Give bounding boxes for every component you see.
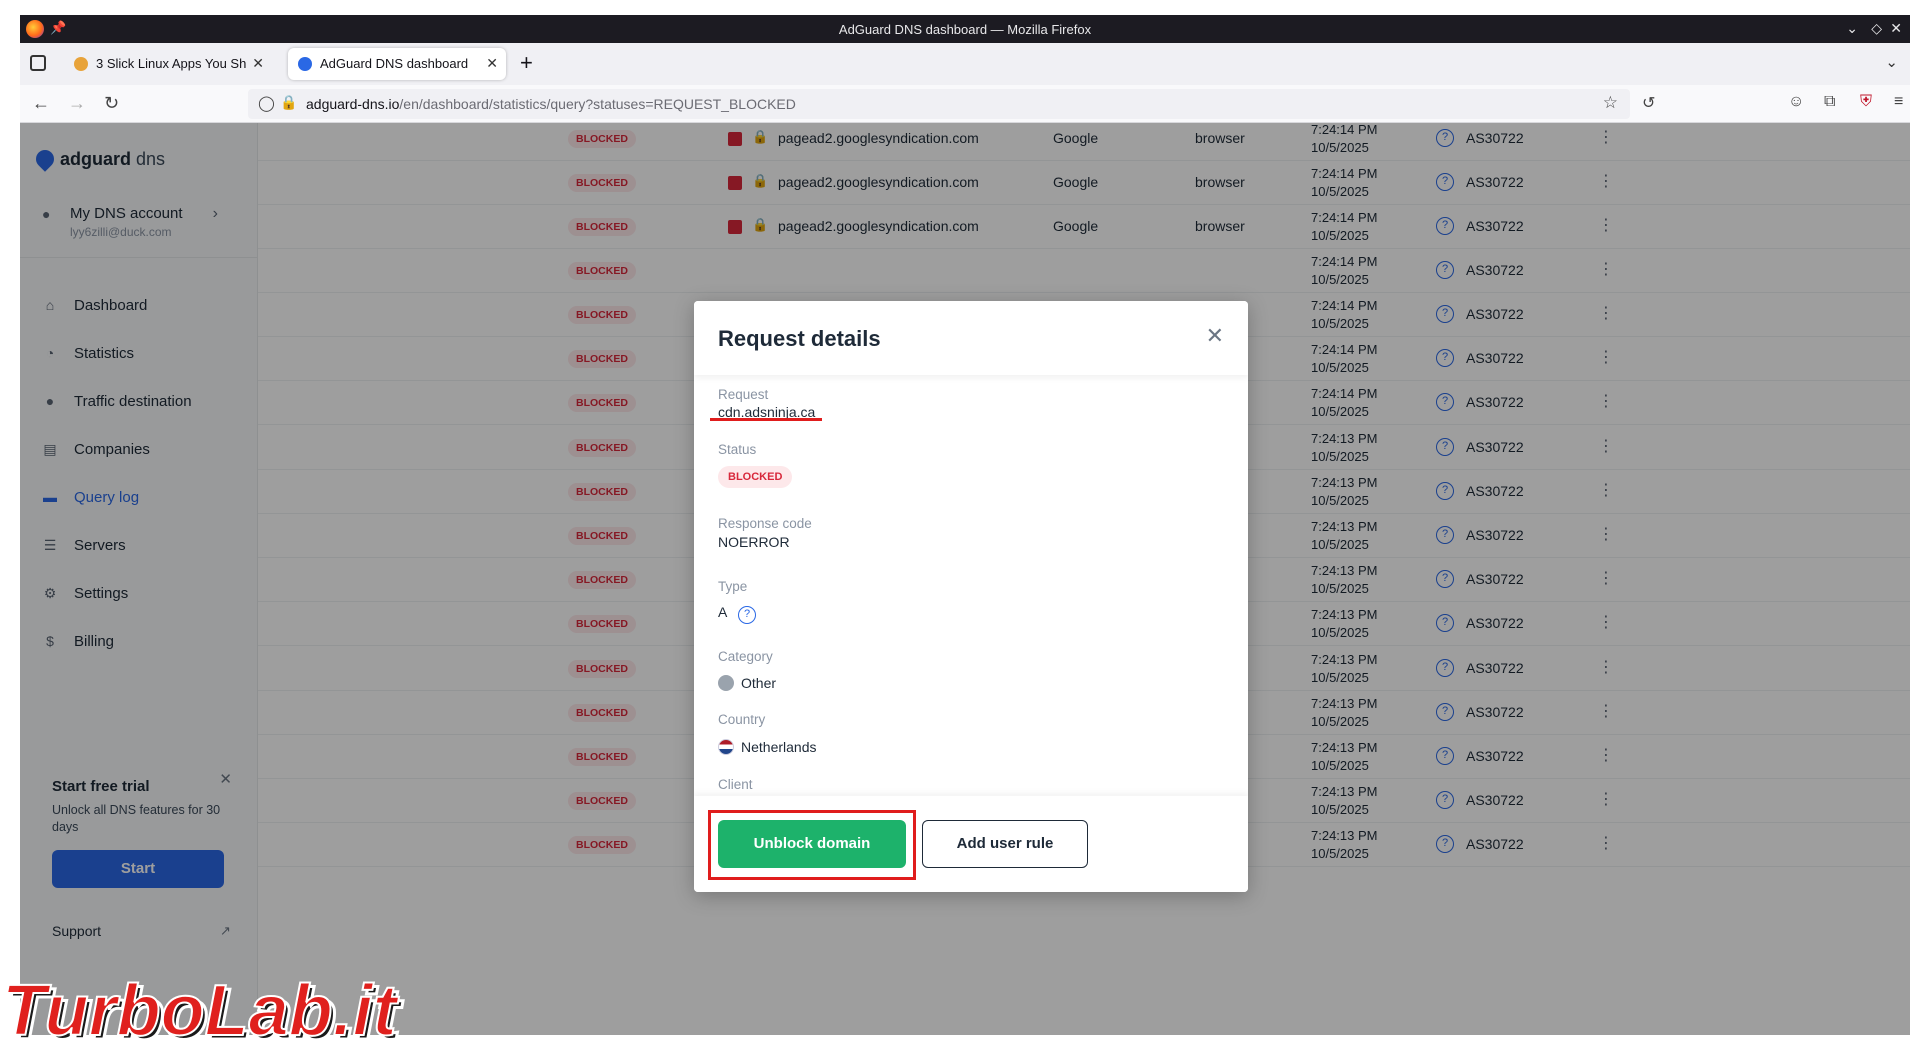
page-content: adguard dns ● My DNS account lyy6zilli@d… bbox=[20, 123, 1910, 1035]
watermark-text: TurboLab.it bbox=[2, 975, 400, 1051]
maximize-icon[interactable]: ◇ bbox=[1871, 20, 1882, 37]
modal-footer: Unblock domain Add user rule bbox=[694, 796, 1248, 892]
url-bar[interactable]: ◯ 🔒 adguard-dns.io/en/dashboard/statisti… bbox=[248, 89, 1630, 119]
hamburger-menu-icon[interactable]: ≡ bbox=[1894, 93, 1903, 111]
bookmark-star-icon[interactable]: ☆ bbox=[1603, 93, 1618, 113]
country-label: Country bbox=[718, 712, 766, 727]
close-icon[interactable]: ✕ bbox=[1206, 323, 1224, 349]
type-value: A bbox=[718, 604, 728, 620]
close-window-icon[interactable]: ✕ bbox=[1890, 20, 1902, 37]
netherlands-flag-icon bbox=[718, 739, 734, 755]
annotation-underline bbox=[710, 418, 822, 421]
tab-close-icon[interactable]: ✕ bbox=[252, 55, 264, 72]
request-details-modal: Request details ✕ Request cdn.adsninja.c… bbox=[694, 301, 1248, 892]
minimize-icon[interactable]: ⌄ bbox=[1846, 20, 1858, 37]
tracking-shield-icon[interactable]: ◯ bbox=[258, 94, 275, 112]
title-bar: 📌 AdGuard DNS dashboard — Mozilla Firefo… bbox=[20, 15, 1910, 43]
help-icon[interactable]: ? bbox=[738, 606, 756, 624]
tab-label: 3 Slick Linux Apps You Sho bbox=[96, 56, 246, 71]
tab-list-chevron-icon[interactable]: ⌄ bbox=[1885, 53, 1898, 71]
back-arrow-icon[interactable]: ← bbox=[32, 93, 50, 114]
request-label: Request bbox=[718, 387, 769, 402]
window-title: AdGuard DNS dashboard — Mozilla Firefox bbox=[838, 22, 1092, 37]
history-icon[interactable]: ↺ bbox=[1642, 93, 1655, 113]
add-user-rule-button[interactable]: Add user rule bbox=[922, 820, 1088, 868]
unblock-domain-button[interactable]: Unblock domain bbox=[718, 820, 906, 868]
status-badge: BLOCKED bbox=[718, 466, 793, 488]
status-label: Status bbox=[718, 442, 757, 457]
url-text[interactable]: adguard-dns.io/en/dashboard/statistics/q… bbox=[306, 96, 796, 112]
new-tab-icon[interactable]: + bbox=[520, 50, 533, 76]
navigation-bar: ← → ↻ ◯ 🔒 adguard-dns.io/en/dashboard/st… bbox=[20, 85, 1910, 123]
adguard-favicon-icon bbox=[298, 57, 312, 71]
extensions-icon[interactable]: ⧉ bbox=[1824, 93, 1835, 111]
tab-linux-apps[interactable]: 3 Slick Linux Apps You Sho ✕ bbox=[64, 48, 272, 80]
tab-label: AdGuard DNS dashboard bbox=[320, 56, 469, 71]
turbolab-watermark-logo: TurboLab.it TurboLab.it bbox=[1, 975, 405, 1055]
reload-icon[interactable]: ↻ bbox=[104, 93, 119, 114]
tab-adguard-dashboard[interactable]: AdGuard DNS dashboard ✕ bbox=[288, 48, 506, 80]
category-value: Other bbox=[741, 675, 777, 691]
modal-header: Request details ✕ bbox=[694, 301, 1248, 375]
client-label: Client bbox=[718, 777, 753, 792]
tab-overview-icon[interactable] bbox=[30, 55, 46, 71]
type-label: Type bbox=[718, 579, 748, 594]
tab-close-icon[interactable]: ✕ bbox=[486, 55, 498, 72]
url-path: /en/dashboard/statistics/query?statuses=… bbox=[399, 96, 796, 112]
category-label: Category bbox=[718, 649, 773, 664]
country-value: Netherlands bbox=[741, 739, 817, 755]
account-icon[interactable]: ☺ bbox=[1788, 93, 1804, 111]
response-code-label: Response code bbox=[718, 516, 812, 531]
tab-strip: 3 Slick Linux Apps You Sho ✕ AdGuard DNS… bbox=[20, 43, 1910, 85]
lock-icon[interactable]: 🔒 bbox=[280, 94, 297, 111]
ublock-shield-icon[interactable]: ⛨ bbox=[1860, 93, 1872, 111]
tab-favicon-icon bbox=[74, 57, 88, 71]
modal-title: Request details bbox=[718, 326, 881, 351]
url-host: adguard-dns.io bbox=[306, 96, 400, 112]
browser-window: 📌 AdGuard DNS dashboard — Mozilla Firefo… bbox=[20, 15, 1910, 1035]
forward-arrow-icon[interactable]: → bbox=[68, 93, 86, 114]
response-code-value: NOERROR bbox=[718, 534, 790, 550]
category-other-icon bbox=[718, 675, 734, 691]
